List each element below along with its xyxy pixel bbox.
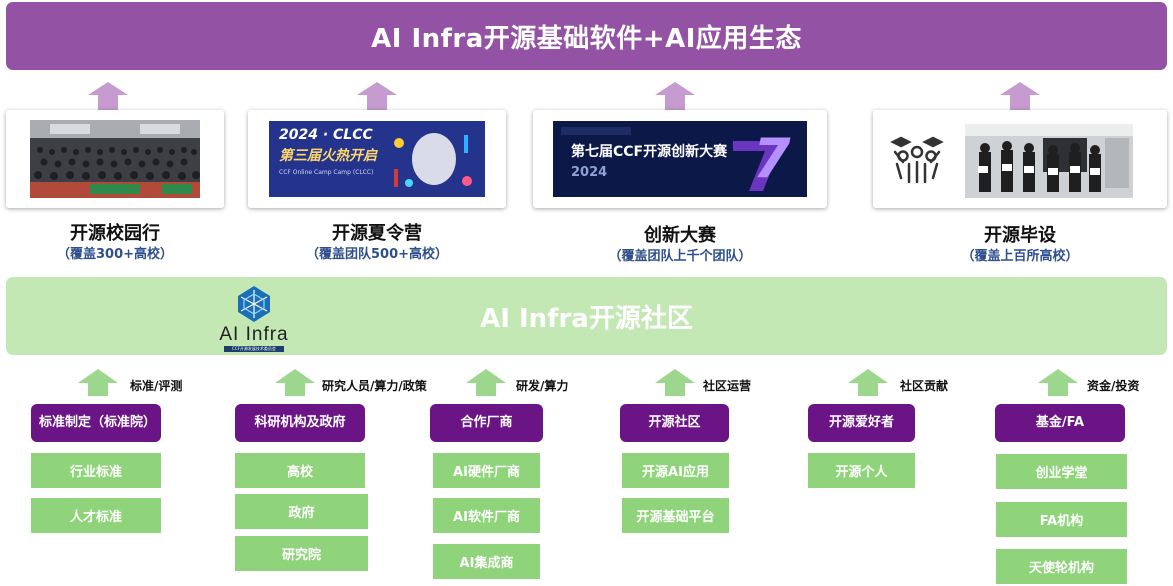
stakeholder-item-label: 开源AI应用 bbox=[642, 465, 709, 480]
contest-poster-year: 2024 bbox=[571, 165, 608, 180]
stakeholder-item: 研究院 bbox=[235, 536, 368, 571]
campus-tour-card bbox=[6, 110, 224, 208]
top-banner-title: AI Infra开源基础软件+AI应用生态 bbox=[371, 23, 802, 54]
stakeholder-item: 创业学堂 bbox=[996, 454, 1127, 489]
stakeholder-item-label: AI硬件厂商 bbox=[453, 465, 520, 480]
stakeholder-item: 开源基础平台 bbox=[622, 498, 729, 533]
stakeholder-item-label: 研究院 bbox=[281, 548, 321, 563]
up-arrow-icon bbox=[848, 369, 888, 397]
up-arrow-icon bbox=[1038, 369, 1078, 397]
ai-infra-logo-sub: CCF开源发展技术委员会 bbox=[224, 346, 284, 352]
stakeholder-item: 高校 bbox=[235, 453, 365, 488]
contest-poster-number: 7 bbox=[753, 127, 791, 190]
up-arrow-icon bbox=[655, 82, 695, 110]
stakeholder-item-label: 创业学堂 bbox=[1035, 466, 1088, 481]
program-title: 开源校园行 bbox=[70, 223, 160, 244]
stakeholder-item: 开源个人 bbox=[808, 453, 915, 488]
stakeholder-item: 天使轮机构 bbox=[996, 549, 1127, 584]
summer-camp-card: 2024 · CLCC 第三届火热开启 CCF Online Camp Camp… bbox=[248, 110, 506, 208]
camp-poster-line3: CCF Online Camp Camp (CLCC) bbox=[279, 169, 374, 176]
graduation-photo bbox=[965, 124, 1133, 198]
top-banner: AI Infra开源基础软件+AI应用生态 bbox=[6, 2, 1167, 70]
stakeholder-item-label: 人才标准 bbox=[69, 510, 122, 525]
contest-poster-line1: 第七届CCF开源创新大赛 bbox=[571, 144, 728, 160]
category-label: 标准/评测 bbox=[130, 379, 183, 393]
up-arrow-icon bbox=[466, 369, 506, 397]
category-label: 资金/投资 bbox=[1087, 379, 1140, 393]
graduates-icon bbox=[890, 136, 944, 184]
category-label: 研发/算力 bbox=[516, 379, 569, 393]
stakeholder-header-label: 科研机构及政府 bbox=[254, 414, 346, 430]
stakeholder-item: 行业标准 bbox=[31, 453, 161, 488]
program-subtitle: （覆盖团队上千个团队） bbox=[608, 249, 752, 264]
contest-card: 第七届CCF开源创新大赛 2024 7 bbox=[533, 110, 827, 208]
stakeholder-header: 标准制定（标准院） bbox=[31, 404, 161, 442]
category-label: 研究人员/算力/政策 bbox=[322, 379, 427, 393]
program-title: 开源毕设 bbox=[984, 225, 1056, 246]
stakeholder-item: AI硬件厂商 bbox=[433, 453, 540, 488]
stakeholder-header: 合作厂商 bbox=[430, 404, 543, 442]
program-subtitle: （覆盖上百所高校） bbox=[961, 249, 1079, 264]
community-title: AI Infra开源社区 bbox=[480, 303, 693, 334]
stakeholder-header-label: 开源社区 bbox=[648, 414, 701, 430]
stakeholder-item: AI软件厂商 bbox=[433, 498, 540, 533]
stakeholder-item-label: 开源个人 bbox=[835, 465, 888, 480]
community-bar: AI Infra开源社区 bbox=[6, 277, 1167, 355]
stakeholder-item-label: 高校 bbox=[286, 465, 313, 480]
camp-poster-line1: 2024 · CLCC bbox=[279, 127, 373, 143]
stakeholder-item-label: AI软件厂商 bbox=[453, 510, 520, 525]
up-arrow-icon bbox=[78, 369, 118, 397]
stakeholder-item: 开源AI应用 bbox=[622, 453, 729, 488]
up-arrow-icon bbox=[357, 82, 397, 110]
stakeholder-header-label: 标准制定（标准院） bbox=[39, 414, 157, 430]
stakeholder-header: 开源爱好者 bbox=[808, 404, 915, 442]
ai-infra-logo: AI Infra CCF开源发展技术委员会 bbox=[212, 284, 296, 354]
program-subtitle: （覆盖团队500+高校） bbox=[305, 247, 449, 262]
stakeholder-item: 人才标准 bbox=[31, 498, 161, 533]
stakeholder-item-label: FA机构 bbox=[1039, 514, 1084, 529]
stakeholder-item-label: 行业标准 bbox=[69, 465, 122, 480]
category-label: 社区贡献 bbox=[900, 379, 949, 393]
stakeholder-header: 科研机构及政府 bbox=[235, 404, 365, 442]
program-title: 开源夏令营 bbox=[332, 223, 422, 244]
camp-poster: 2024 · CLCC 第三届火热开启 CCF Online Camp Camp… bbox=[269, 121, 485, 197]
stakeholder-item: AI集成商 bbox=[433, 544, 540, 579]
program-title: 创新大赛 bbox=[644, 225, 716, 246]
stakeholder-item: FA机构 bbox=[996, 502, 1127, 537]
program-subtitle: （覆盖300+高校） bbox=[56, 247, 174, 262]
stakeholder-item: 政府 bbox=[235, 494, 368, 529]
ai-infra-logo-icon bbox=[238, 286, 270, 322]
stakeholder-item-label: 天使轮机构 bbox=[1028, 561, 1094, 576]
stakeholder-header: 基金/FA bbox=[995, 404, 1125, 442]
up-arrow-icon bbox=[1000, 82, 1040, 110]
category-label: 社区运营 bbox=[703, 379, 752, 393]
up-arrow-icon bbox=[655, 369, 695, 397]
stakeholder-item-label: AI集成商 bbox=[459, 556, 514, 571]
stakeholder-header-label: 基金/FA bbox=[1035, 414, 1085, 430]
stakeholder-header: 开源社区 bbox=[620, 404, 729, 442]
stakeholder-header-label: 开源爱好者 bbox=[828, 414, 894, 430]
up-arrow-icon bbox=[88, 82, 128, 110]
stakeholder-header-label: 合作厂商 bbox=[460, 414, 513, 430]
contest-poster: 第七届CCF开源创新大赛 2024 7 bbox=[553, 121, 807, 197]
up-arrow-icon bbox=[275, 369, 315, 397]
auditorium-photo bbox=[30, 120, 200, 198]
ai-infra-logo-text: AI Infra bbox=[219, 324, 289, 345]
stakeholder-item-label: 开源基础平台 bbox=[636, 510, 715, 525]
camp-poster-line2: 第三届火热开启 bbox=[279, 148, 377, 164]
graduation-card bbox=[873, 110, 1167, 208]
stakeholder-item-label: 政府 bbox=[288, 506, 315, 521]
